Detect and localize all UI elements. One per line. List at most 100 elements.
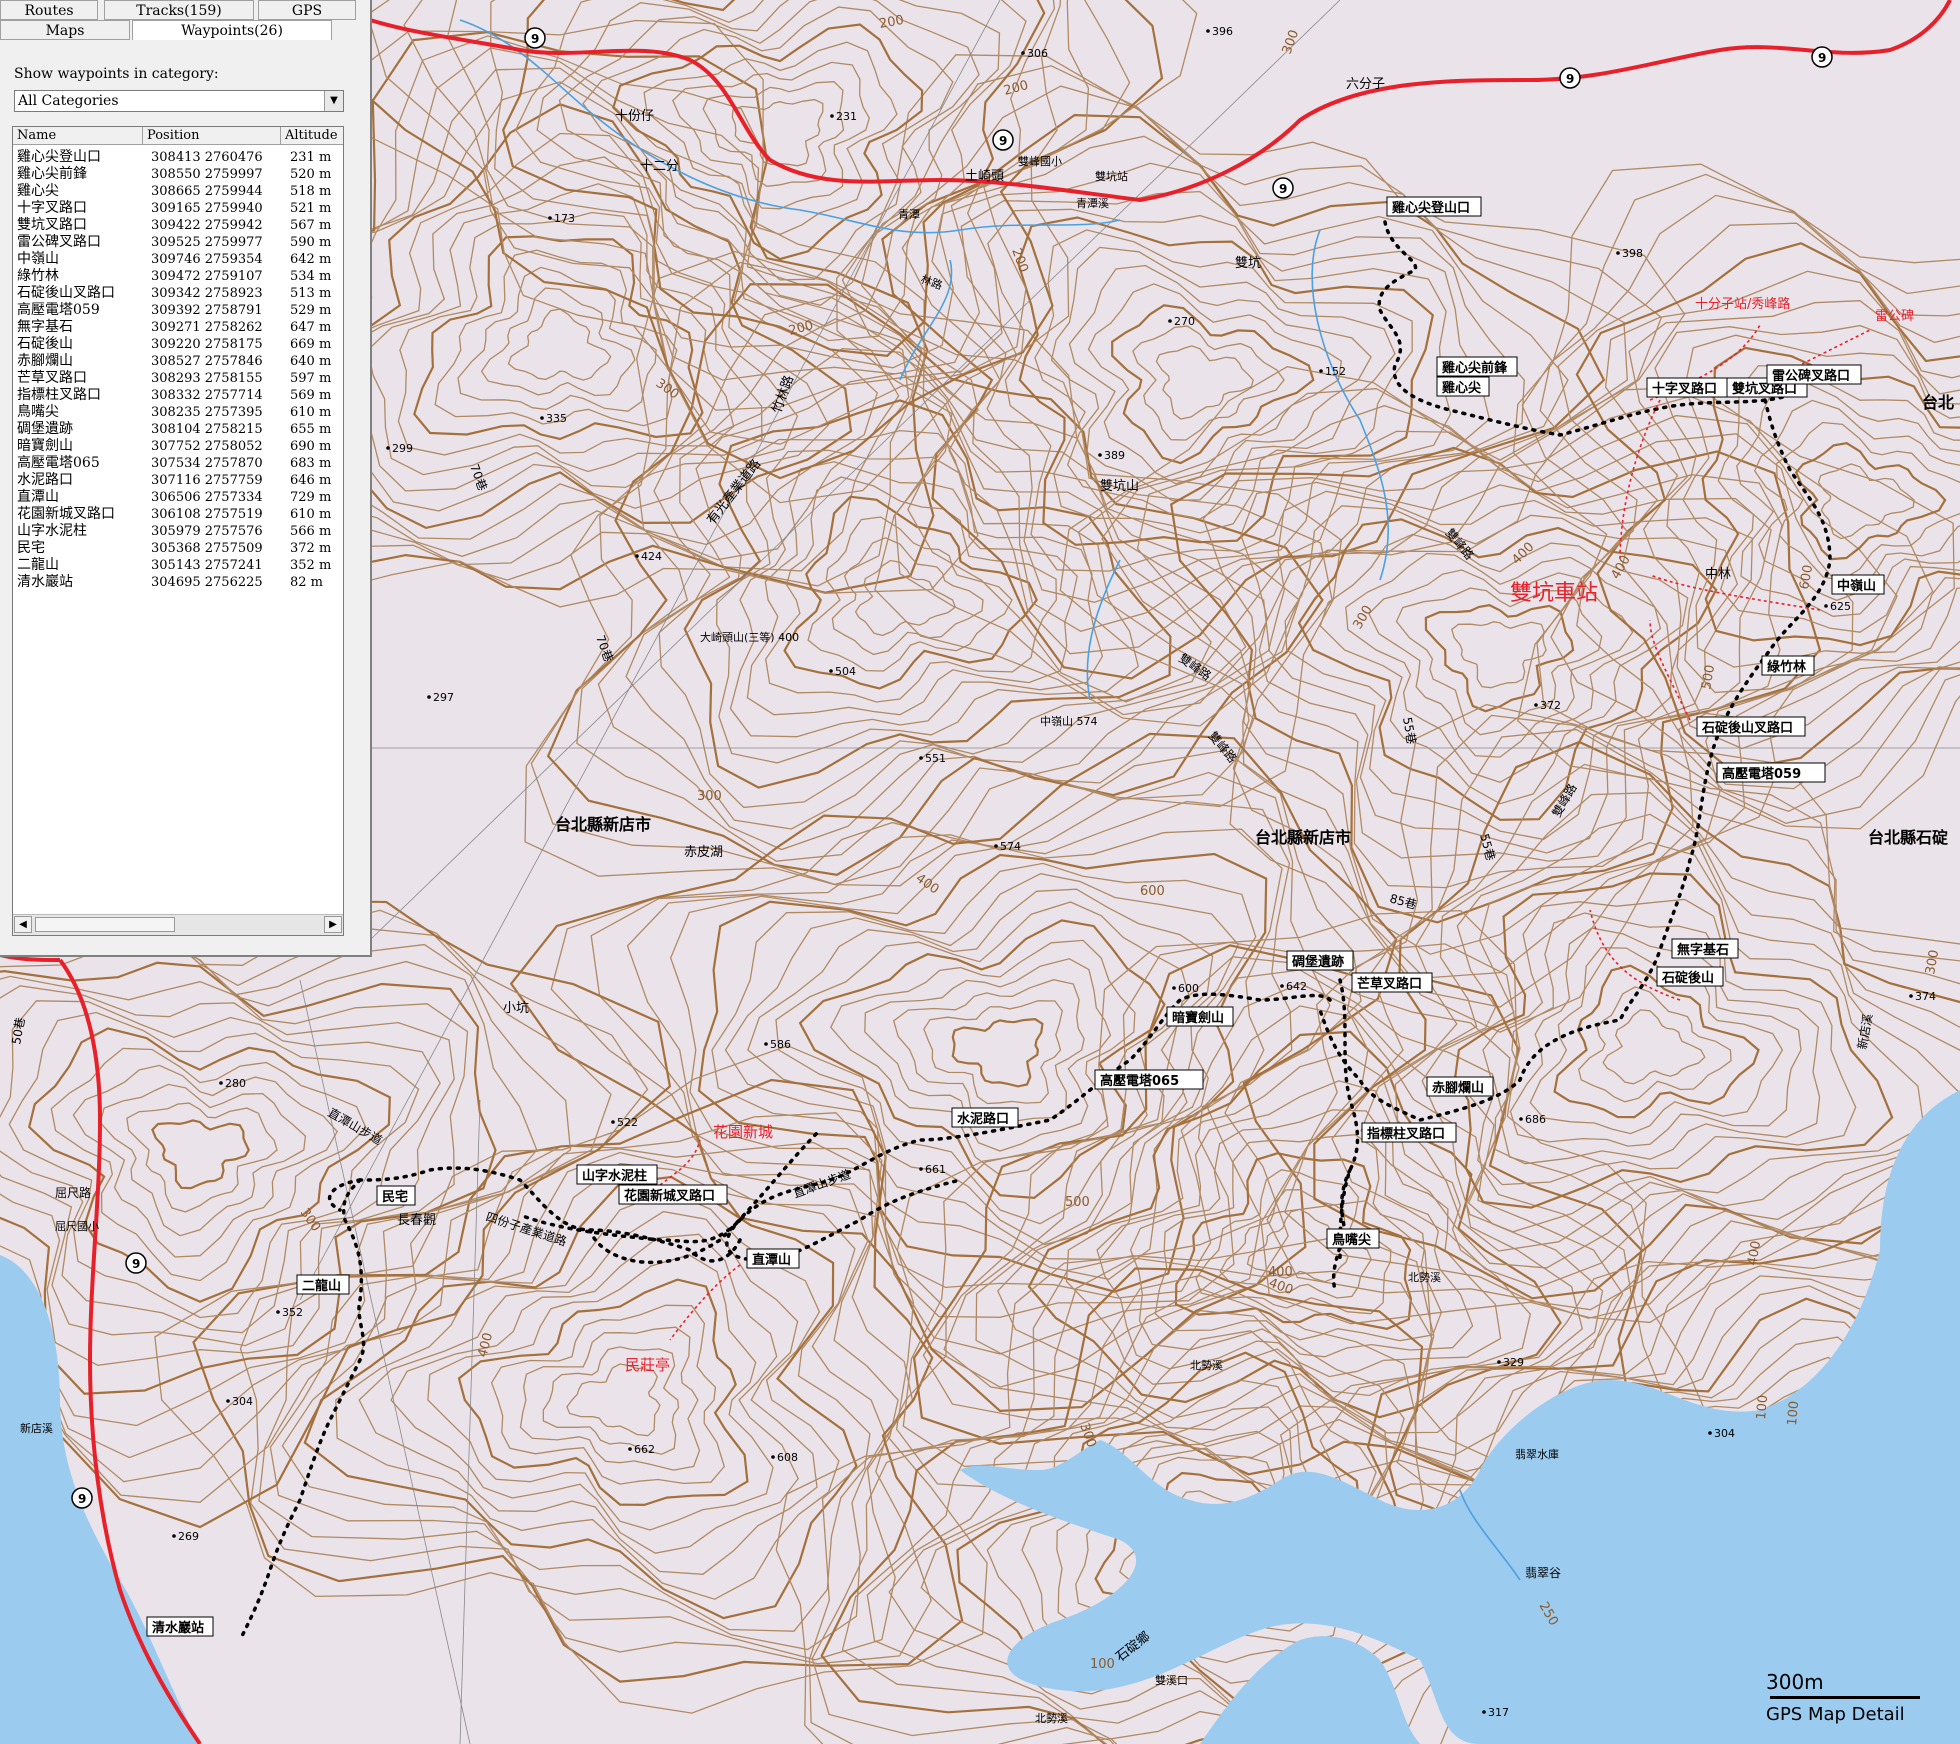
waypoint-altitude: 655 m bbox=[290, 422, 332, 437]
waypoint-row[interactable]: 山字水泥柱 305979 2757576 566 m bbox=[13, 523, 343, 540]
waypoint-altitude: 683 m bbox=[290, 456, 332, 471]
waypoint-label: 暗寶劍山 bbox=[1172, 1010, 1224, 1026]
spot-height-label: 586 bbox=[770, 1038, 791, 1051]
column-header-position[interactable]: Position bbox=[143, 127, 281, 145]
waypoint-position: 308527 2757846 bbox=[151, 354, 263, 369]
waypoint-label: 赤腳爛山 bbox=[1432, 1080, 1484, 1096]
waypoint-position: 309525 2759977 bbox=[151, 235, 263, 250]
waypoint-row[interactable]: 鳥嘴尖 308235 2757395 610 m bbox=[13, 404, 343, 421]
waypoint-row[interactable]: 高壓電塔065 307534 2757870 683 m bbox=[13, 455, 343, 472]
column-header-name[interactable]: Name bbox=[13, 127, 143, 145]
spot-height-label: 372 bbox=[1540, 699, 1561, 712]
waypoint-row[interactable]: 雞心尖前鋒 308550 2759997 520 m bbox=[13, 166, 343, 183]
route-shield-label: 9 bbox=[132, 1257, 140, 1271]
waypoint-row[interactable]: 暗寶劍山 307752 2758052 690 m bbox=[13, 438, 343, 455]
waypoint-row[interactable]: 雷公碑叉路口 309525 2759977 590 m bbox=[13, 234, 343, 251]
waypoint-name: 雞心尖 bbox=[17, 183, 59, 199]
spot-height-dot bbox=[1909, 994, 1913, 998]
category-select[interactable]: All Categories ▼ bbox=[14, 90, 344, 112]
waypoint-position: 309392 2758791 bbox=[151, 303, 263, 318]
place-label: 雙溪口 bbox=[1155, 1674, 1188, 1687]
waypoint-row[interactable]: 中嶺山 309746 2759354 642 m bbox=[13, 251, 343, 268]
waypoint-row[interactable]: 石碇後山叉路口 309342 2758923 513 m bbox=[13, 285, 343, 302]
waypoint-label: 十字叉路口 bbox=[1652, 381, 1717, 397]
waypoint-row[interactable]: 雞心尖登山口 308413 2760476 231 m bbox=[13, 149, 343, 166]
spot-height-label: 304 bbox=[1714, 1427, 1735, 1440]
scroll-right-icon[interactable]: ▶ bbox=[324, 916, 342, 933]
spot-height-dot bbox=[1824, 604, 1828, 608]
scroll-left-icon[interactable]: ◀ bbox=[14, 916, 32, 933]
waypoint-row[interactable]: 雙坑叉路口 309422 2759942 567 m bbox=[13, 217, 343, 234]
chevron-down-icon[interactable]: ▼ bbox=[324, 91, 343, 111]
waypoint-row[interactable]: 綠竹林 309472 2759107 534 m bbox=[13, 268, 343, 285]
waypoint-position: 306108 2757519 bbox=[151, 507, 263, 522]
spot-height-dot bbox=[1206, 29, 1210, 33]
waypoint-row[interactable]: 石碇後山 309220 2758175 669 m bbox=[13, 336, 343, 353]
spot-height-dot bbox=[771, 1455, 775, 1459]
waypoint-row[interactable]: 雞心尖 308665 2759944 518 m bbox=[13, 183, 343, 200]
place-label: 雙坑 bbox=[1235, 256, 1261, 271]
waypoint-row[interactable]: 高壓電塔059 309392 2758791 529 m bbox=[13, 302, 343, 319]
place-label: 中林 bbox=[1705, 567, 1731, 582]
waypoint-label: 清水巖站 bbox=[152, 1620, 204, 1636]
waypoint-row[interactable]: 二龍山 305143 2757241 352 m bbox=[13, 557, 343, 574]
waypoint-row[interactable]: 民宅 305368 2757509 372 m bbox=[13, 540, 343, 557]
spot-height-dot bbox=[548, 216, 552, 220]
waypoint-position: 308413 2760476 bbox=[151, 150, 263, 165]
waypoint-position: 309746 2759354 bbox=[151, 252, 263, 267]
place-label: 六分子 bbox=[1346, 77, 1385, 92]
waypoint-row[interactable]: 十字叉路口 309165 2759940 521 m bbox=[13, 200, 343, 217]
tab-routes[interactable]: Routes bbox=[0, 0, 98, 20]
waypoint-position: 309472 2759107 bbox=[151, 269, 263, 284]
place-label: 台北 bbox=[1922, 393, 1954, 412]
waypoint-label: 雞心尖登山口 bbox=[1391, 200, 1470, 216]
waypoint-position: 305143 2757241 bbox=[151, 558, 263, 573]
horizontal-scrollbar[interactable]: ◀ ▶ bbox=[13, 914, 343, 935]
place-label: 北勢溪 bbox=[1408, 1270, 1441, 1284]
waypoint-row[interactable]: 無字基石 309271 2758262 647 m bbox=[13, 319, 343, 336]
waypoint-altitude: 518 m bbox=[290, 184, 332, 199]
spot-height-label: 625 bbox=[1830, 600, 1851, 613]
column-header-altitude[interactable]: Altitude bbox=[281, 127, 343, 145]
waypoint-altitude: 647 m bbox=[290, 320, 332, 335]
waypoint-label: 雞心尖 bbox=[1441, 380, 1481, 396]
spot-height-dot bbox=[1497, 1360, 1501, 1364]
waypoint-row[interactable]: 指標柱叉路口 308332 2757714 569 m bbox=[13, 387, 343, 404]
waypoint-rows: 雞心尖登山口 308413 2760476 231 m 雞心尖前鋒 308550 275… bbox=[13, 149, 343, 591]
waypoint-name: 赤腳爛山 bbox=[17, 353, 73, 369]
waypoint-row[interactable]: 水泥路口 307116 2757759 646 m bbox=[13, 472, 343, 489]
tab-gps[interactable]: GPS bbox=[258, 0, 356, 20]
waypoint-name: 直潭山 bbox=[17, 489, 59, 505]
waypoint-row[interactable]: 芒草叉路口 308293 2758155 597 m bbox=[13, 370, 343, 387]
waypoint-label: 雞心尖前鋒 bbox=[1441, 360, 1508, 376]
waypoint-altitude: 520 m bbox=[290, 167, 332, 182]
route-shield-label: 9 bbox=[531, 32, 539, 46]
place-label: 雙峰國小 bbox=[1018, 155, 1062, 168]
spot-height-label: 396 bbox=[1212, 25, 1233, 38]
spot-height-dot bbox=[829, 669, 833, 673]
waypoint-name: 高壓電塔059 bbox=[17, 302, 100, 318]
waypoint-name: 雞心尖前鋒 bbox=[17, 166, 87, 182]
contour-label: 300 bbox=[697, 789, 722, 804]
place-label: 北勢溪 bbox=[1190, 1358, 1223, 1372]
scale-bar bbox=[1770, 1696, 1920, 1699]
spot-height-dot bbox=[1098, 453, 1102, 457]
waypoint-row[interactable]: 碉堡遺跡 308104 2758215 655 m bbox=[13, 421, 343, 438]
waypoint-row[interactable]: 花園新城叉路口 306108 2757519 610 m bbox=[13, 506, 343, 523]
waypoint-row[interactable]: 清水巖站 304695 2756225 82 m bbox=[13, 574, 343, 591]
tab-tracks[interactable]: Tracks(159) bbox=[104, 0, 254, 20]
waypoint-row[interactable]: 直潭山 306506 2757334 729 m bbox=[13, 489, 343, 506]
waypoint-row[interactable]: 赤腳爛山 308527 2757846 640 m bbox=[13, 353, 343, 370]
contour-label: 100 bbox=[1754, 1394, 1771, 1420]
route-shield-label: 9 bbox=[999, 134, 1007, 148]
waypoint-position: 308332 2757714 bbox=[151, 388, 263, 403]
scroll-thumb[interactable] bbox=[35, 917, 175, 932]
tab-maps[interactable]: Maps bbox=[0, 20, 130, 40]
spot-height-dot bbox=[1280, 984, 1284, 988]
tab-waypoints[interactable]: Waypoints(26) bbox=[132, 20, 332, 40]
spot-height-dot bbox=[1319, 369, 1323, 373]
spot-height-dot bbox=[830, 114, 834, 118]
place-label: 北勢溪 bbox=[1035, 1711, 1068, 1725]
waypoint-altitude: 352 m bbox=[290, 558, 332, 573]
place-label: 大崎頭山(三等) 400 bbox=[700, 630, 799, 644]
